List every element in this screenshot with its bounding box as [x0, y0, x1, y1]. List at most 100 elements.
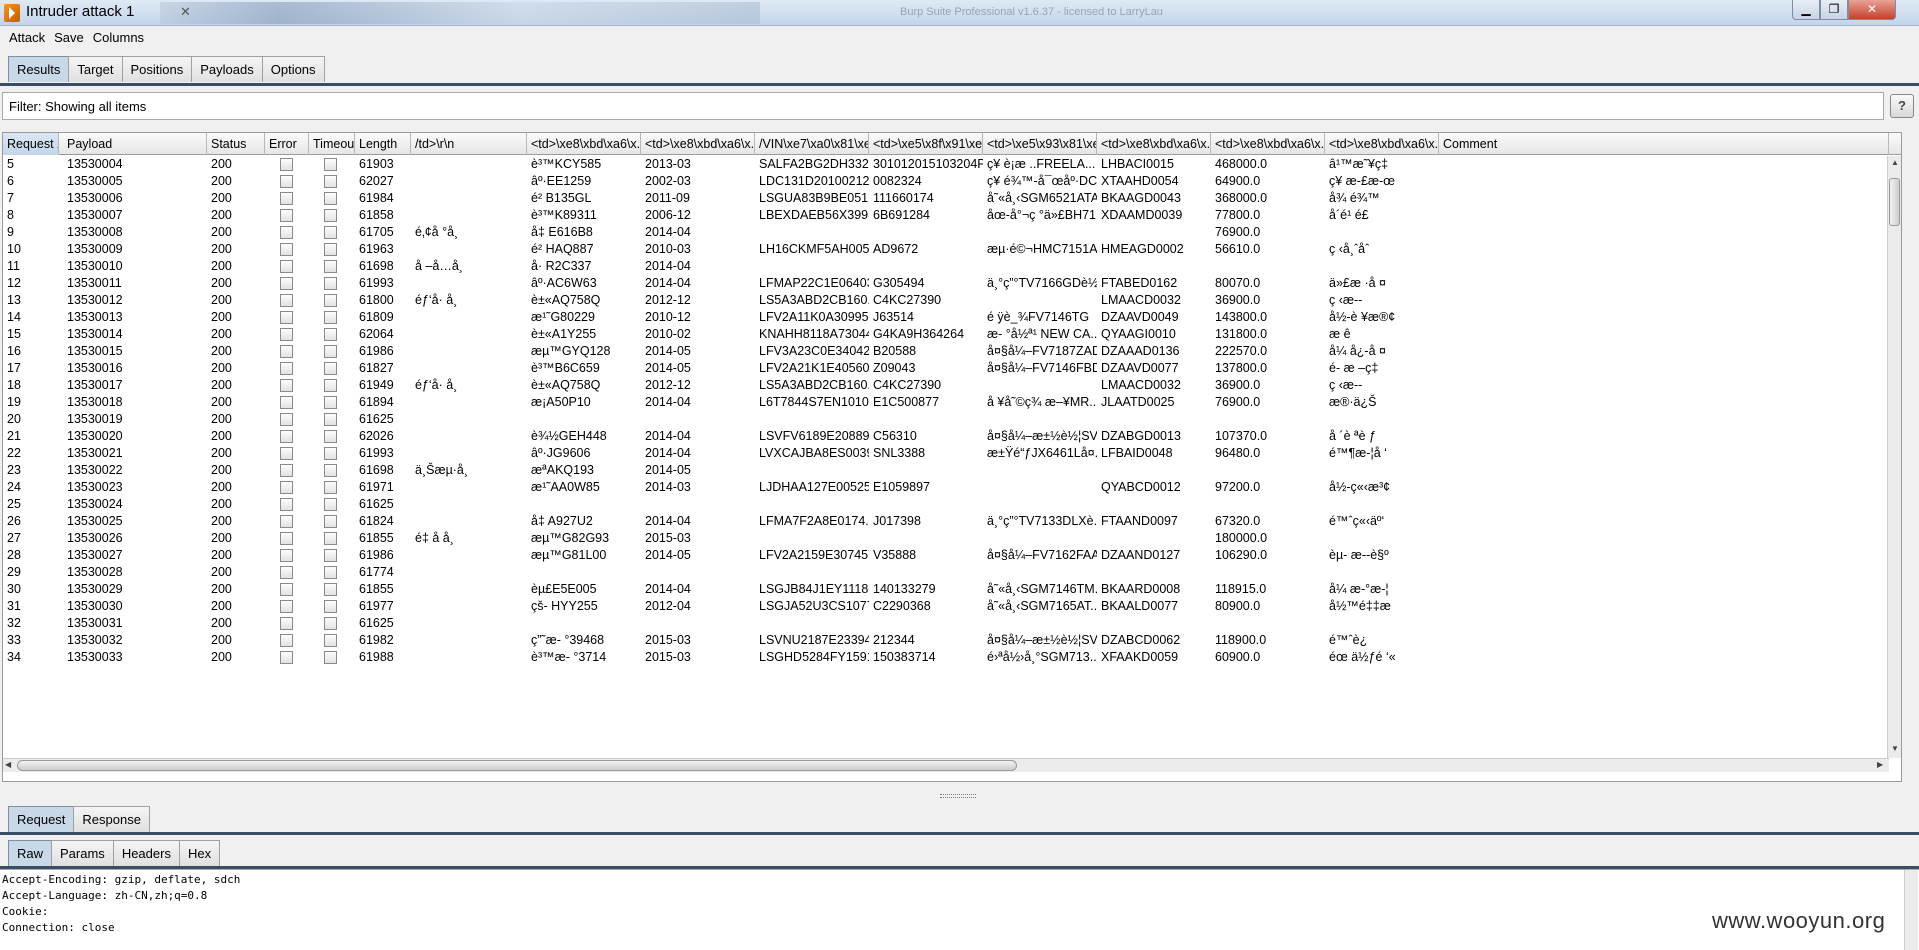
pane-splitter-handle[interactable] — [940, 794, 976, 798]
tab-hex[interactable]: Hex — [178, 840, 221, 866]
table-row[interactable]: 33 13530032 200 61982 ç”˜æ- °39468 2015-03 LSV… — [3, 632, 1891, 649]
scroll-right-icon[interactable]: ▶ — [1877, 760, 1883, 769]
table-row[interactable]: 14 13530013 200 61809 æ¹˜G80229 2010-12 LFV2A1… — [3, 309, 1891, 326]
table-row[interactable]: 28 13530027 200 61986 æµ™G81L00 2014-05 LFV2A2… — [3, 547, 1891, 564]
column-header[interactable]: Request ▲ — [3, 133, 59, 155]
column-header[interactable]: /VIN\xe7\xa0\x81\xe... — [755, 133, 869, 155]
table-cell: è³™æ- °3714 — [531, 650, 607, 664]
table-row[interactable]: 25 13530024 200 61625 — [3, 496, 1891, 513]
tab-headers[interactable]: Headers — [112, 840, 180, 866]
error-checkbox — [280, 413, 293, 426]
filter-bar[interactable]: Filter: Showing all items — [2, 92, 1884, 120]
help-button[interactable]: ? — [1890, 94, 1914, 118]
maximize-button[interactable]: ❐ — [1820, 0, 1848, 20]
column-header[interactable]: <td>\xe8\xbd\xa6\x... — [641, 133, 755, 155]
column-header[interactable]: <td>\xe8\xbd\xa6\x... — [1097, 133, 1211, 155]
column-header[interactable]: Payload — [63, 133, 207, 155]
error-checkbox — [280, 226, 293, 239]
timeout-checkbox — [324, 600, 337, 613]
table-row[interactable]: 10 13530009 200 61963 é² HAQ887 2010-03 LH16CK… — [3, 241, 1891, 258]
tab-positions[interactable]: Positions — [121, 56, 193, 82]
column-header[interactable]: <td>\xe5\x8f\x91\xe... — [869, 133, 983, 155]
error-checkbox — [280, 311, 293, 324]
table-row[interactable]: 26 13530025 200 61824 å‡ A927U2 2014-04 LFMA7F… — [3, 513, 1891, 530]
table-row[interactable]: 20 13530019 200 61625 — [3, 411, 1891, 428]
column-header[interactable]: <td>\xe8\xbd\xa6\x... — [1211, 133, 1325, 155]
raw-request-editor[interactable]: Accept-Encoding: gzip, deflate, sdch Acc… — [0, 869, 1919, 950]
error-checkbox — [280, 192, 293, 205]
table-row[interactable]: 13 13530012 200 61800 éƒ‘å· å¸ è±«AQ758Q 2012-… — [3, 292, 1891, 309]
column-header[interactable]: Timeout — [309, 133, 355, 155]
table-row[interactable]: 17 13530016 200 61827 è³™B6C659 2014-05 LFV2A2… — [3, 360, 1891, 377]
column-header[interactable]: <td>\xe8\xbd\xa6\x... — [527, 133, 641, 155]
error-checkbox — [280, 328, 293, 341]
menu-columns[interactable]: Columns — [89, 27, 149, 45]
table-row[interactable]: 19 13530018 200 61894 æ¡A50P10 2014-04 L6T7844… — [3, 394, 1891, 411]
tab-payloads[interactable]: Payloads — [191, 56, 263, 82]
table-row[interactable]: 15 13530014 200 62064 è±«A1Y255 2010-02 KNAHH8… — [3, 326, 1891, 343]
menu-save[interactable]: Save — [50, 27, 89, 45]
close-icon[interactable]: ✕ — [180, 4, 191, 20]
table-row[interactable]: 9 13530008 200 61705 é‚¢å °å¸ å‡ E616B8 2014-0… — [3, 224, 1891, 241]
raw-scrollbar[interactable] — [1904, 870, 1918, 950]
table-row[interactable]: 16 13530015 200 61986 æµ™GYQ128 2014-05 LFV3A2… — [3, 343, 1891, 360]
tab-params[interactable]: Params — [51, 840, 114, 866]
error-checkbox — [280, 651, 293, 664]
table-row[interactable]: 12 13530011 200 61993 âº·AC6W63 2014-04 LFMAP2… — [3, 275, 1891, 292]
scroll-down-icon[interactable]: ▼ — [1891, 744, 1899, 753]
table-row[interactable]: 22 13530021 200 61993 âº·JG9606 2014-04 LVXCAJ… — [3, 445, 1891, 462]
timeout-checkbox — [324, 226, 337, 239]
table-row[interactable]: 11 13530010 200 61698 å –å…å¸ å· R2C337 2014-0… — [3, 258, 1891, 275]
column-header[interactable]: /td>\r\n — [411, 133, 527, 155]
column-header[interactable]: <td>\xe5\x93\x81\xe... — [983, 133, 1097, 155]
tab-raw[interactable]: Raw — [8, 840, 53, 866]
close-window-button[interactable]: ✕ — [1848, 0, 1896, 20]
table-row[interactable]: 32 13530031 200 61625 — [3, 615, 1891, 632]
table-row[interactable]: 6 13530005 200 62027 âº·EE1259 2002-03 LDC131D… — [3, 173, 1891, 190]
scroll-up-icon[interactable]: ▲ — [1891, 158, 1899, 167]
column-header[interactable]: Comment — [1439, 133, 1889, 155]
table-cell — [411, 649, 527, 670]
table-row[interactable]: 8 13530007 200 61858 è³™K89311 2006-12 LBEXDAE… — [3, 207, 1891, 224]
timeout-checkbox — [324, 362, 337, 375]
table-row[interactable]: 24 13530023 200 61971 æ¹˜AA0W85 2014-03 LJDHAA… — [3, 479, 1891, 496]
column-header[interactable]: Error — [265, 133, 309, 155]
table-row[interactable]: 27 13530026 200 61855 é‡ å å¸ æµ™G82G93 2015-0… — [3, 530, 1891, 547]
error-checkbox — [280, 396, 293, 409]
table-cell: 2015-03 — [645, 650, 691, 664]
tab-request[interactable]: Request — [8, 806, 75, 832]
menu-bar: Attack Save Columns — [0, 27, 1919, 49]
table-row[interactable]: 34 13530033 200 61988 è³™æ- °3714 2015-03 LSGH… — [3, 649, 1891, 666]
vertical-scrollbar[interactable]: ▲ ▼ — [1887, 156, 1901, 758]
column-header[interactable]: Length — [355, 133, 411, 155]
minimize-button[interactable]: ▁ — [1792, 0, 1820, 20]
table-row[interactable]: 31 13530030 200 61977 çš- HYY255 2012-04 LSGJA… — [3, 598, 1891, 615]
error-checkbox — [280, 430, 293, 443]
table-row[interactable]: 5 13530004 200 61903 è³™KCY585 2013-03 SALFA2B… — [3, 156, 1891, 173]
menu-attack[interactable]: Attack — [0, 27, 50, 45]
tab-target[interactable]: Target — [68, 56, 123, 82]
table-header: Request ▲PayloadStatusErrorTimeoutLength… — [3, 133, 1901, 155]
table-row[interactable]: 7 13530006 200 61984 é² B135GL 2011-09 LSGUA83… — [3, 190, 1891, 207]
error-checkbox — [280, 277, 293, 290]
horizontal-scrollbar[interactable]: ◀ ▶ — [3, 758, 1889, 772]
horizontal-scroll-thumb[interactable] — [17, 760, 1017, 771]
column-header[interactable]: Status — [207, 133, 265, 155]
table-cell: 61988 — [359, 650, 394, 664]
view-tabs: Raw Params Headers Hex — [8, 840, 221, 867]
table-row[interactable]: 29 13530028 200 61774 — [3, 564, 1891, 581]
message-tabs: Request Response — [8, 806, 150, 833]
table-row[interactable]: 21 13530020 200 62026 è¾½GEH448 2014-04 LSVFV6… — [3, 428, 1891, 445]
table-cell: 34 — [7, 650, 21, 664]
tab-response[interactable]: Response — [73, 806, 150, 832]
table-row[interactable]: 30 13530029 200 61855 èµ£E5E005 2014-04 LSGJB8… — [3, 581, 1891, 598]
vertical-scroll-thumb[interactable] — [1889, 178, 1900, 226]
scroll-left-icon[interactable]: ◀ — [5, 760, 11, 769]
table-row[interactable]: 23 13530022 200 61698 ä¸Šæµ·å¸ æªAKQ193 2014-0… — [3, 462, 1891, 479]
tab-options[interactable]: Options — [261, 56, 325, 82]
tab-results[interactable]: Results — [8, 56, 70, 82]
timeout-checkbox — [324, 243, 337, 256]
error-checkbox — [280, 549, 293, 562]
column-header[interactable]: <td>\xe8\xbd\xa6\x... — [1325, 133, 1439, 155]
table-row[interactable]: 18 13530017 200 61949 éƒ‘å· å¸ è±«AQ758Q 2012-… — [3, 377, 1891, 394]
